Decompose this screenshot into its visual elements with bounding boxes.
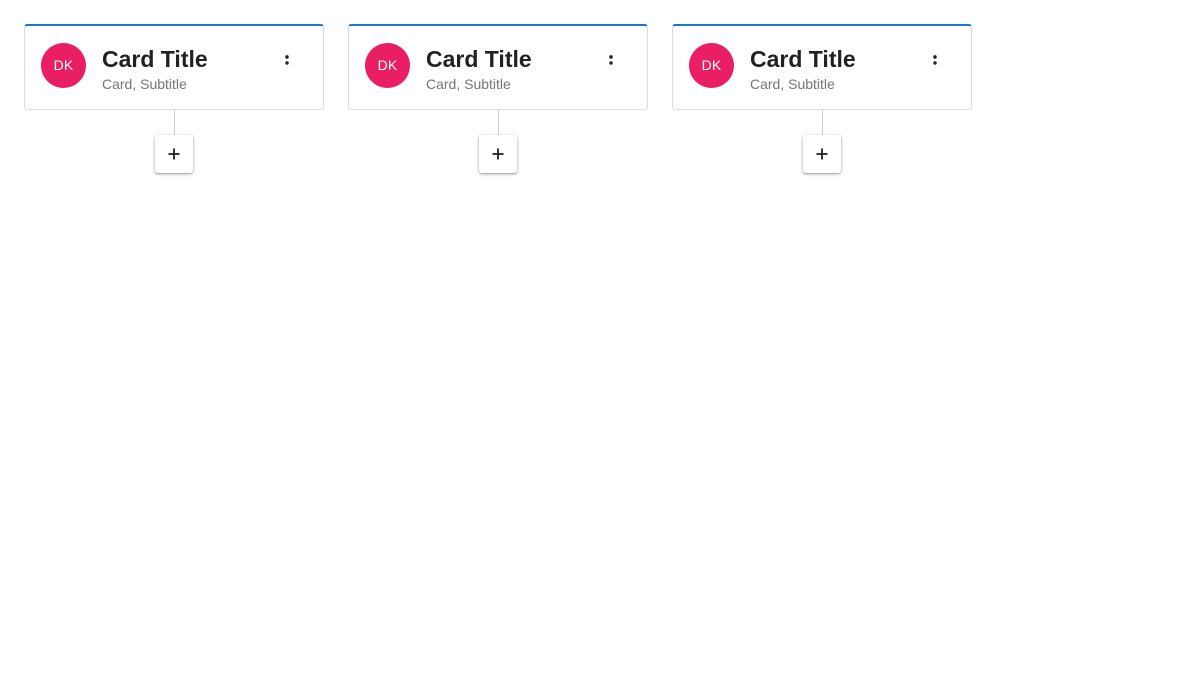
card[interactable]: DK Card Title Card, Subtitle	[672, 24, 972, 110]
card-column-3: DK Card Title Card, Subtitle	[672, 24, 972, 174]
card-title: Card Title	[102, 46, 208, 72]
card-connector-line	[822, 110, 823, 135]
add-card-button[interactable]	[479, 135, 517, 173]
card-title: Card Title	[426, 46, 532, 72]
card-connector-line	[174, 110, 175, 135]
add-card-button[interactable]	[155, 135, 193, 173]
avatar: DK	[689, 43, 734, 88]
card-subtitle: Card, Subtitle	[102, 76, 187, 92]
card-column-1: DK Card Title Card, Subtitle	[24, 24, 324, 174]
card-menu-button[interactable]	[275, 48, 299, 72]
card-column-2: DK Card Title Card, Subtitle	[348, 24, 648, 174]
plus-icon	[168, 148, 180, 160]
plus-icon	[492, 148, 504, 160]
card-menu-button[interactable]	[923, 48, 947, 72]
card-menu-button[interactable]	[599, 48, 623, 72]
more-vert-icon	[609, 55, 613, 65]
card-subtitle: Card, Subtitle	[750, 76, 835, 92]
card-title: Card Title	[750, 46, 856, 72]
card-board: DK Card Title Card, Subtitle DK Card Tit…	[0, 0, 1200, 682]
card-subtitle: Card, Subtitle	[426, 76, 511, 92]
card[interactable]: DK Card Title Card, Subtitle	[24, 24, 324, 110]
card[interactable]: DK Card Title Card, Subtitle	[348, 24, 648, 110]
plus-icon	[816, 148, 828, 160]
avatar: DK	[41, 43, 86, 88]
card-connector-line	[498, 110, 499, 135]
more-vert-icon	[933, 55, 937, 65]
add-card-button[interactable]	[803, 135, 841, 173]
avatar: DK	[365, 43, 410, 88]
more-vert-icon	[285, 55, 289, 65]
